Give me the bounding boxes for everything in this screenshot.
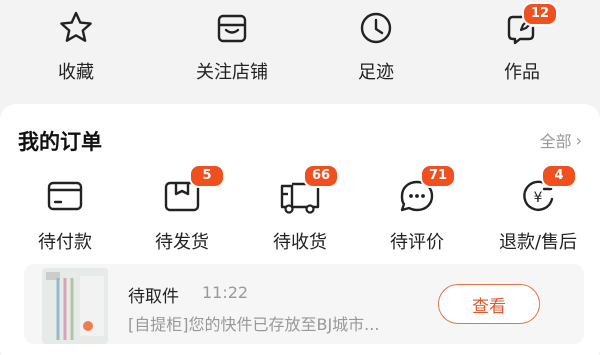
- shortcut-label: 作品: [504, 62, 540, 83]
- chat-icon: 71: [396, 164, 456, 216]
- truck-icon: 66: [279, 164, 339, 216]
- shipment-badge: 5: [189, 164, 225, 188]
- card-icon: [44, 176, 86, 216]
- receipt-badge: 66: [303, 164, 339, 188]
- view-button[interactable]: 查看: [438, 284, 540, 324]
- order-pending-review[interactable]: 71 待评价: [357, 164, 477, 256]
- pickup-title: 待取件: [128, 287, 179, 307]
- shortcut-works[interactable]: 12 作品: [462, 2, 582, 88]
- chevron-right-icon: ›: [575, 130, 582, 150]
- shortcut-label: 足迹: [358, 62, 394, 83]
- pickup-time: 11:22: [202, 283, 249, 302]
- order-pending-receipt[interactable]: 66 待收货: [240, 164, 360, 256]
- shortcut-history[interactable]: 足迹: [316, 8, 436, 88]
- clock-icon: [356, 8, 396, 48]
- refund-badge: 4: [541, 164, 577, 188]
- order-refund-aftersale[interactable]: ¥ 4 退款/售后: [478, 164, 598, 256]
- refund-icon: ¥ 4: [517, 164, 577, 216]
- edit-icon: 12: [502, 2, 558, 48]
- product-thumbnail: [42, 268, 108, 344]
- order-label: 退款/售后: [498, 232, 578, 253]
- orders-title: 我的订单: [18, 130, 102, 154]
- shortcut-favorites[interactable]: 收藏: [16, 8, 136, 88]
- all-orders-link[interactable]: 全部 ›: [540, 128, 582, 152]
- package-icon: 5: [161, 164, 225, 216]
- review-badge: 71: [420, 164, 456, 188]
- works-badge: 12: [522, 2, 558, 26]
- pickup-notice[interactable]: 待取件 11:22 [自提柜]您的快件已存放至BJ城市... 查看: [24, 264, 584, 344]
- order-label: 待收货: [273, 232, 327, 253]
- pickup-description: [自提柜]您的快件已存放至BJ城市...: [128, 315, 380, 334]
- shortcut-followed-stores[interactable]: 关注店铺: [172, 8, 292, 88]
- order-pending-shipment[interactable]: 5 待发货: [122, 164, 242, 256]
- store-icon: [212, 8, 252, 48]
- order-pending-payment[interactable]: 待付款: [5, 176, 125, 256]
- order-label: 待发货: [155, 232, 209, 253]
- shortcut-label: 关注店铺: [196, 62, 268, 83]
- all-orders-label: 全部: [539, 132, 572, 151]
- shortcut-label: 收藏: [58, 62, 94, 83]
- order-label: 待付款: [38, 232, 92, 253]
- star-icon: [56, 8, 96, 48]
- shortcuts-row: 收藏 关注店铺 足迹 12 作品: [0, 0, 600, 100]
- order-label: 待评价: [390, 232, 444, 253]
- svg-text:¥: ¥: [534, 190, 543, 206]
